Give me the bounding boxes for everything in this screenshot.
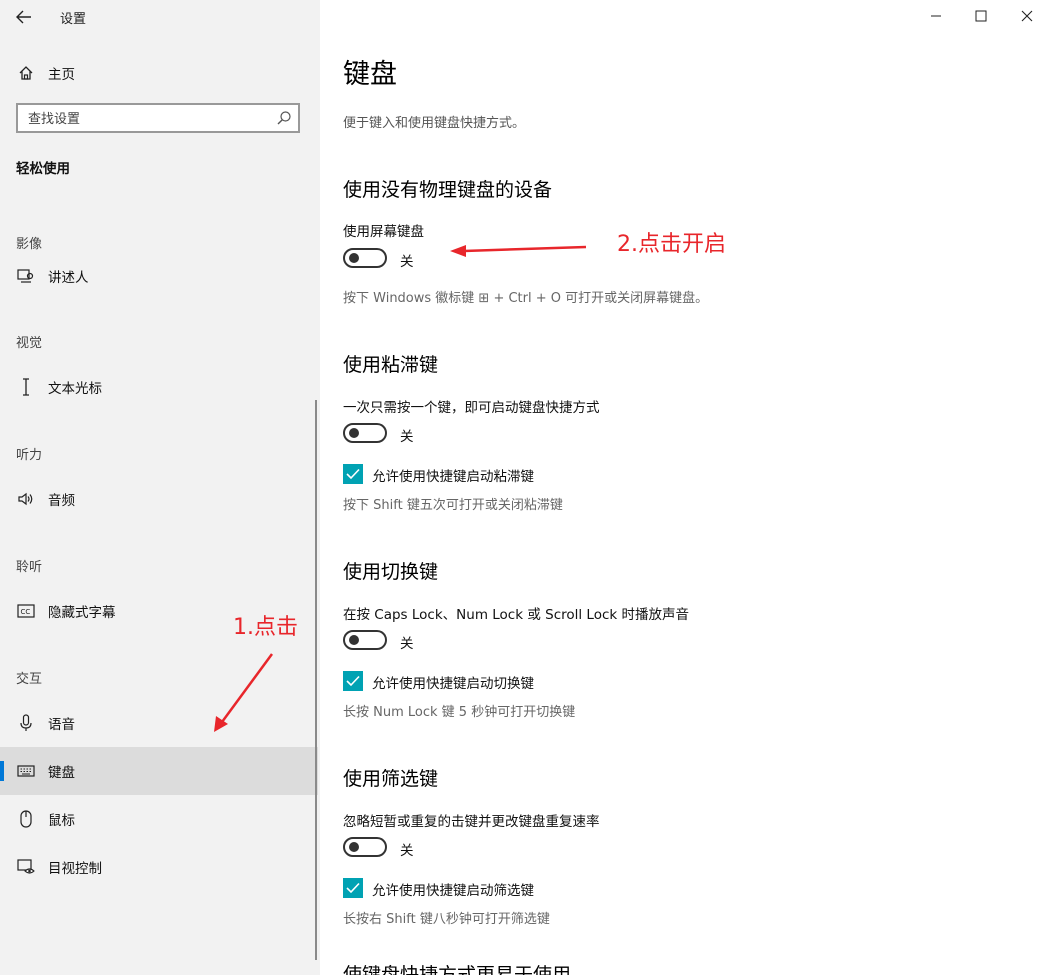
sidebar: 设置 主页 轻松使用 影像 讲述人 视觉 文本光标 听力 音频 [0, 0, 320, 975]
hint-filter-keys: 长按右 Shift 键八秒钟可打开筛选键 [343, 912, 550, 927]
search-box[interactable] [16, 103, 300, 133]
checkbox-label-toggle-keys: 允许使用快捷键启动切换键 [372, 676, 534, 692]
section-title-shortcuts-cut-off: 使键盘快捷方式更易于使用 [343, 964, 572, 975]
filter-keys-shortcut-checkbox[interactable] [343, 878, 363, 898]
annotation-step1: 1.点击 [233, 615, 298, 640]
page-title: 键盘 [343, 59, 397, 90]
annotation-arrowhead [450, 245, 466, 257]
group-label-hearing: 听力 [16, 448, 43, 463]
sidebar-item-label: 目视控制 [48, 861, 102, 877]
hint-sticky-keys: 按下 Shift 键五次可打开或关闭粘滞键 [343, 498, 563, 513]
option-label-on-screen-keyboard: 使用屏幕键盘 [343, 224, 424, 240]
checkbox-label-filter-keys: 允许使用快捷键启动筛选键 [372, 883, 534, 899]
toggle-keys-shortcut-checkbox[interactable] [343, 671, 363, 691]
sidebar-item-label: 主页 [48, 67, 75, 83]
sidebar-scrollbar[interactable] [315, 400, 317, 960]
sticky-keys-toggle[interactable] [343, 423, 387, 443]
filter-keys-toggle[interactable] [343, 837, 387, 857]
option-label-filter-keys: 忽略短暂或重复的击键并更改键盘重复速率 [343, 814, 600, 830]
section-title-toggle-keys: 使用切换键 [343, 561, 439, 583]
page-description: 便于键入和使用键盘快捷方式。 [343, 116, 526, 131]
narrator-icon [16, 266, 36, 286]
maximize-icon [975, 7, 987, 26]
sidebar-item-eye-control[interactable]: 目视控制 [0, 843, 318, 891]
app-title: 设置 [60, 12, 87, 27]
group-label-vision-2: 视觉 [16, 336, 43, 351]
category-title: 轻松使用 [16, 161, 70, 177]
sidebar-item-label: 音频 [48, 493, 75, 509]
toggle-state-label: 关 [400, 636, 414, 652]
search-input[interactable] [26, 109, 270, 129]
toggle-state-label: 关 [400, 843, 414, 859]
close-icon [1021, 7, 1033, 26]
checkmark-icon [346, 465, 360, 484]
text-cursor-icon [16, 377, 36, 397]
annotation-step2: 2.点击开启 [617, 232, 726, 257]
sidebar-item-label: 语音 [48, 717, 75, 733]
checkmark-icon [346, 672, 360, 691]
toggle-keys-toggle[interactable] [343, 630, 387, 650]
sidebar-item-label: 隐藏式字幕 [48, 605, 116, 621]
microphone-icon [16, 713, 36, 733]
search-icon[interactable] [276, 110, 292, 126]
minimize-button[interactable] [913, 0, 959, 32]
checkbox-label-sticky-keys: 允许使用快捷键启动粘滞键 [372, 469, 534, 485]
svg-text:CC: CC [21, 608, 31, 616]
eye-control-icon [16, 857, 36, 877]
section-title-sticky-keys: 使用粘滞键 [343, 354, 439, 376]
keyboard-icon [16, 761, 36, 781]
group-label-listening: 聆听 [16, 560, 43, 575]
sidebar-item-audio[interactable]: 音频 [0, 475, 318, 523]
home-icon [16, 63, 36, 83]
sidebar-item-mouse[interactable]: 鼠标 [0, 795, 318, 843]
sticky-keys-shortcut-checkbox[interactable] [343, 464, 363, 484]
minimize-icon [930, 7, 942, 26]
section-title-filter-keys: 使用筛选键 [343, 768, 439, 790]
group-label-interaction: 交互 [16, 672, 43, 687]
group-label-vision-1: 影像 [16, 237, 43, 252]
sidebar-item-text-cursor[interactable]: 文本光标 [0, 363, 318, 411]
option-label-sticky-keys: 一次只需按一个键，即可启动键盘快捷方式 [343, 400, 600, 416]
hint-on-screen-keyboard: 按下 Windows 徽标键 ⊞ + Ctrl + O 可打开或关闭屏幕键盘。 [343, 291, 709, 306]
toggle-knob [349, 253, 359, 263]
sidebar-item-narrator[interactable]: 讲述人 [0, 252, 318, 300]
checkmark-icon [346, 879, 360, 898]
closed-captions-icon: CC [16, 601, 36, 621]
toggle-knob [349, 842, 359, 852]
sidebar-item-speech[interactable]: 语音 [0, 699, 318, 747]
sidebar-item-keyboard[interactable]: 键盘 [0, 747, 318, 795]
sidebar-item-label: 文本光标 [48, 381, 102, 397]
section-title-on-screen-keyboard: 使用没有物理键盘的设备 [343, 179, 553, 201]
hint-toggle-keys: 长按 Num Lock 键 5 秒钟可打开切换键 [343, 705, 576, 720]
maximize-button[interactable] [958, 0, 1004, 32]
sidebar-item-home[interactable]: 主页 [0, 49, 318, 97]
option-label-toggle-keys: 在按 Caps Lock、Num Lock 或 Scroll Lock 时播放声… [343, 607, 690, 623]
selection-indicator [0, 761, 4, 781]
close-button[interactable] [1004, 0, 1050, 32]
toggle-state-label: 关 [400, 429, 414, 445]
sidebar-item-label: 讲述人 [48, 270, 89, 286]
on-screen-keyboard-toggle[interactable] [343, 248, 387, 268]
back-arrow-icon[interactable] [12, 5, 36, 29]
sidebar-item-label: 鼠标 [48, 813, 75, 829]
speaker-icon [16, 489, 36, 509]
toggle-knob [349, 635, 359, 645]
mouse-icon [16, 809, 36, 829]
toggle-knob [349, 428, 359, 438]
sidebar-item-label: 键盘 [48, 765, 75, 781]
toggle-state-label: 关 [400, 254, 414, 270]
